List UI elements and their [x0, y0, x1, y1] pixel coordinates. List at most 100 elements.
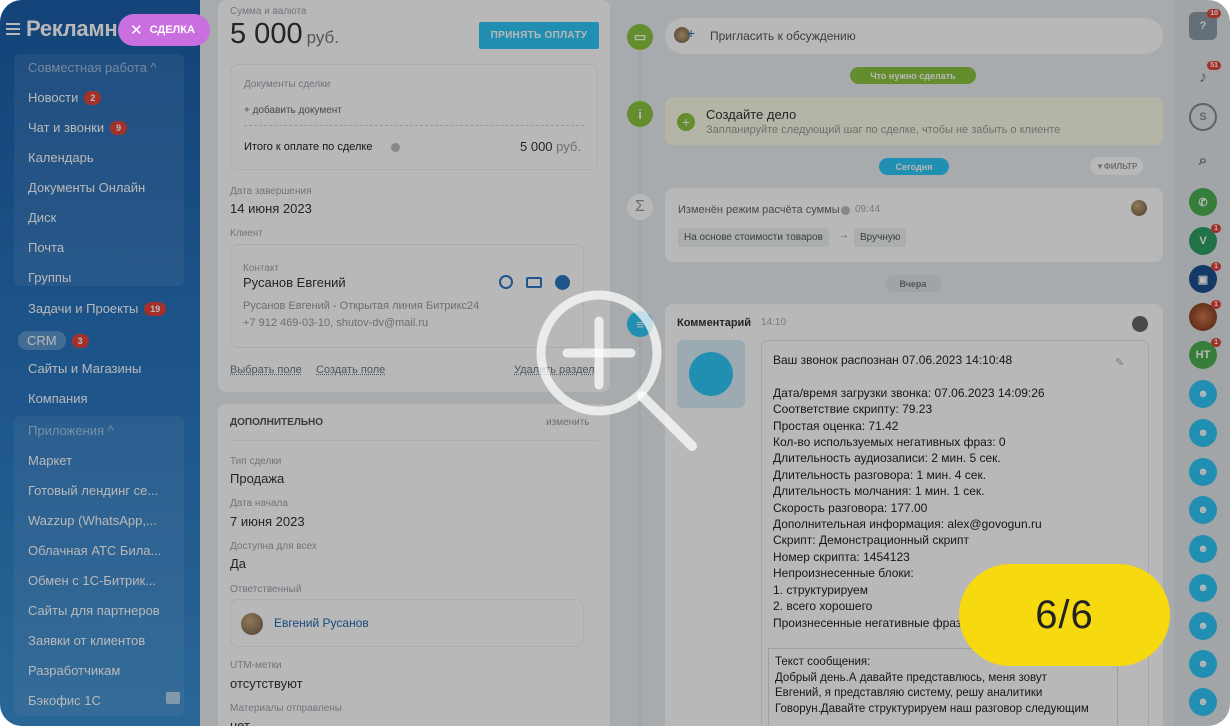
menu-icon[interactable] — [6, 23, 20, 35]
available-label: Доступна для всех — [230, 541, 317, 552]
sidebar-app-market[interactable]: Маркет — [28, 453, 72, 468]
bell-badge: 51 — [1207, 61, 1221, 70]
responsible-label: Ответственный — [230, 584, 302, 595]
comment-time: 14:10 — [761, 317, 787, 328]
status-icon[interactable]: S — [1189, 103, 1217, 131]
openline-icon[interactable]: ☻ — [1189, 380, 1217, 408]
zoom-in-icon[interactable] — [532, 286, 702, 456]
responsible-name[interactable]: Евгений Русанов — [274, 616, 369, 630]
openline-icon[interactable]: ☻ — [1189, 496, 1217, 524]
openline-icon[interactable]: ☻ — [1189, 688, 1217, 716]
utm-label: UTM-метки — [230, 660, 282, 671]
invite-text: Пригласить к обсуждению — [710, 29, 856, 43]
docs-divider — [244, 125, 584, 126]
create-task-subtitle: Запланируйте следующий шаг по сделке, чт… — [706, 124, 1061, 136]
contact-card: Контакт Русанов Евгений Русанов Евгений … — [230, 244, 584, 348]
contact-name[interactable]: Русанов Евгений — [243, 275, 346, 290]
avatar-v[interactable]: V1 — [1189, 224, 1221, 255]
sidebar-app-requests[interactable]: Заявки от клиентов — [28, 633, 145, 648]
materials-value: нет — [230, 718, 250, 726]
sidebar-app-backoffice[interactable]: Бэкофис 1С — [28, 693, 101, 708]
contact-openline: Русанов Евгений - Открытая линия Битрикс… — [243, 300, 480, 312]
chat-badge: 1 — [1211, 338, 1221, 347]
user-icon[interactable] — [1132, 316, 1148, 332]
invite-bar[interactable]: + Пригласить к обсуждению — [665, 18, 1163, 54]
sidebar-item-disk[interactable]: Диск — [28, 210, 56, 225]
phone-icon[interactable]: ✆ — [1189, 188, 1217, 216]
avatar-nt-letters: HT — [1195, 349, 1211, 361]
tasks-badge: 19 — [144, 301, 167, 316]
sidebar-item-label: CRM — [18, 331, 66, 350]
amount-currency: руб. — [306, 28, 339, 47]
openline-icon[interactable]: ☻ — [1189, 458, 1217, 486]
docs-label: Документы сделки — [244, 79, 331, 90]
openline-icon[interactable]: ☻ — [1189, 535, 1217, 563]
add-document-link[interactable]: + добавить документ — [244, 105, 342, 116]
phone-icon[interactable] — [499, 275, 513, 289]
logo[interactable]: Рекламно — [26, 16, 131, 42]
sidebar-item-company[interactable]: Компания — [28, 391, 88, 406]
deal-type-label: Тип сделки — [230, 456, 282, 467]
section-collab[interactable]: Совместная работа ^ — [28, 60, 157, 75]
chat-badge: 1 — [1211, 262, 1221, 271]
news-badge: 2 — [84, 90, 102, 105]
todo-pill: Что нужно сделать — [850, 67, 976, 84]
sidebar-item-calendar[interactable]: Календарь — [28, 150, 94, 165]
sidebar-item-chat[interactable]: Чат и звонки 9 — [28, 120, 128, 135]
info-icon[interactable] — [841, 206, 850, 215]
deal-type-value[interactable]: Продажа — [230, 471, 284, 486]
sidebar-app-developers[interactable]: Разработчикам — [28, 663, 120, 678]
add-icon[interactable]: + — [677, 113, 695, 131]
sidebar-item-tasks[interactable]: Задачи и Проекты 19 — [28, 301, 167, 316]
openline-icon[interactable]: ☻ — [1189, 574, 1217, 602]
yesterday-pill: Вчера — [885, 275, 941, 292]
chat-group-icon[interactable]: ▣ 1 — [1189, 262, 1221, 293]
utm-value: отсутствуют — [230, 676, 303, 691]
avatar — [1131, 200, 1147, 216]
choose-field-link[interactable]: Выбрать поле — [230, 364, 302, 376]
slide-counter: 6/6 — [959, 564, 1170, 666]
info-icon[interactable] — [391, 143, 400, 152]
close-icon[interactable]: ✕ — [130, 21, 143, 39]
end-date-label: Дата завершения — [230, 186, 312, 197]
search-icon[interactable]: ⌕ — [1189, 146, 1217, 174]
start-date-value[interactable]: 7 июня 2023 — [230, 514, 305, 529]
right-toolbar: ? 10 ♪ 51 S ⌕ ✆ V1 ▣ 1 1 HT 1 ☻ ☻ ☻ ☻ ☻ ☻ ☻ … — [1174, 0, 1230, 726]
sidebar-item-mail[interactable]: Почта — [28, 240, 64, 255]
filter-button[interactable]: ▼ ФИЛЬТР — [1090, 157, 1144, 175]
openline-icon[interactable]: ☻ — [1189, 612, 1217, 640]
create-task-card[interactable]: + Создайте дело Запланируйте следующий ш… — [665, 97, 1163, 145]
deal-tab-pill[interactable]: ✕ СДЕЛКА — [118, 14, 210, 46]
sidebar-item-sites[interactable]: Сайты и Магазины — [28, 361, 141, 376]
sidebar-app-1c-exchange[interactable]: Обмен с 1С-Битрик... — [28, 573, 156, 588]
available-value[interactable]: Да — [230, 556, 246, 571]
help-icon[interactable]: ? 10 — [1189, 9, 1221, 40]
printer-icon[interactable] — [166, 692, 180, 704]
openline-icon[interactable]: ☻ — [1189, 419, 1217, 447]
accept-payment-button[interactable]: ПРИНЯТЬ ОПЛАТУ — [479, 22, 599, 49]
section-apps[interactable]: Приложения ^ — [28, 423, 114, 438]
sidebar-item-crm[interactable]: CRM 3 — [18, 331, 89, 350]
pencil-icon[interactable]: ✎ — [1115, 356, 1124, 369]
create-task-title[interactable]: Создайте дело — [706, 107, 796, 122]
sidebar-app-ats[interactable]: Облачная АТС Била... — [28, 543, 161, 558]
start-date-label: Дата начала — [230, 498, 288, 509]
avatar[interactable]: 1 — [1189, 300, 1221, 331]
sidebar-app-wazzup[interactable]: Wazzup (WhatsApp,... — [28, 513, 157, 528]
end-date-value[interactable]: 14 июня 2023 — [230, 201, 312, 216]
sigma-icon: Σ — [627, 194, 653, 220]
sidebar-item-groups[interactable]: Группы — [28, 270, 71, 285]
bell-icon[interactable]: ♪ 51 — [1189, 61, 1221, 92]
responsible-card[interactable]: Евгений Русанов — [230, 599, 584, 647]
deal-pill-label: СДЕЛКА — [149, 24, 195, 36]
avatar-nt[interactable]: HT 1 — [1189, 338, 1221, 369]
openline-icon[interactable]: ☻ — [1189, 650, 1217, 678]
sidebar-item-docs[interactable]: Документы Онлайн — [28, 180, 145, 195]
sidebar-item-news[interactable]: Новости 2 — [28, 90, 102, 105]
change-time: 09:44 — [855, 204, 881, 215]
sidebar-app-partner-sites[interactable]: Сайты для партнеров — [28, 603, 160, 618]
change-mode-card: Изменён режим расчёта суммы 09:44 На осн… — [665, 188, 1163, 262]
create-field-link[interactable]: Создать поле — [316, 364, 385, 376]
contact-phone-email: +7 912 469-03-10, shutov-dv@mail.ru — [243, 317, 429, 329]
sidebar-app-landing[interactable]: Готовый лендинг се... — [28, 483, 158, 498]
